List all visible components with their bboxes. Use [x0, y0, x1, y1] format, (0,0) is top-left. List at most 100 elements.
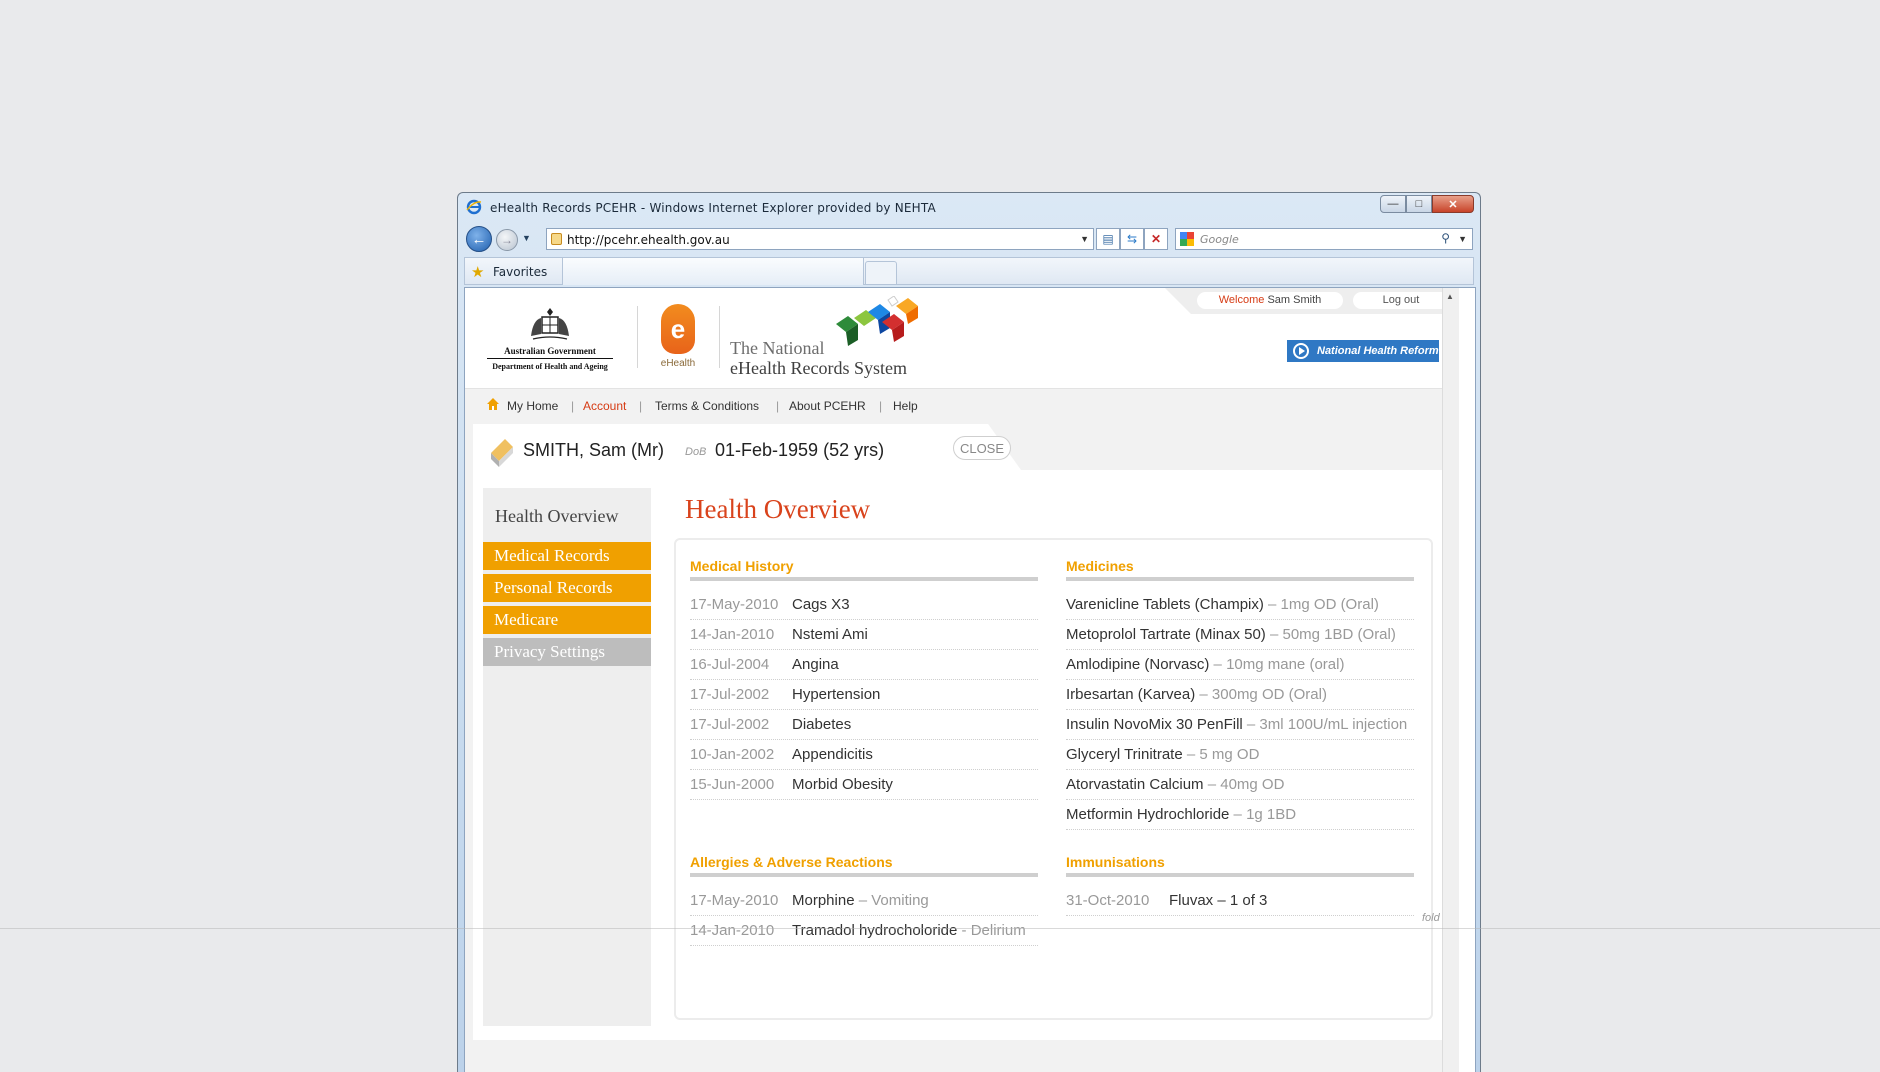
- ehealth-e-icon: e: [661, 304, 695, 354]
- favorites-star-icon[interactable]: ★: [471, 263, 484, 281]
- department-name: Department of Health and Ageing: [492, 362, 608, 371]
- fold-label: fold: [1422, 912, 1440, 924]
- list-item: Atorvastatin Calcium – 40mg OD: [1066, 770, 1414, 800]
- allergy-substance: Morphine: [792, 892, 855, 909]
- allergy-date: 14-Jan-2010: [690, 922, 775, 939]
- maximize-button[interactable]: □: [1406, 195, 1432, 213]
- allergies-heading: Allergies & Adverse Reactions: [690, 854, 893, 870]
- search-box[interactable]: Google ⚲ ▼: [1175, 228, 1473, 250]
- sidebar-title[interactable]: Health Overview: [495, 506, 618, 527]
- list-item: 17-Jul-2002 Diabetes: [690, 710, 1038, 740]
- search-icon[interactable]: ⚲: [1441, 231, 1450, 245]
- close-patient-button[interactable]: CLOSE: [953, 436, 1011, 460]
- scroll-up-icon[interactable]: ▲: [1446, 292, 1454, 301]
- medicine-name: Metoprolol Tartrate (Minax 50): [1066, 626, 1266, 643]
- section-divider: [690, 873, 1038, 877]
- minimize-button[interactable]: —: [1380, 195, 1406, 213]
- list-item: 17-May-2010 Morphine – Vomiting: [690, 886, 1038, 916]
- close-window-button[interactable]: ✕: [1432, 195, 1474, 213]
- address-tools: ▤ ⇆ ✕: [1096, 228, 1168, 250]
- search-dropdown-icon[interactable]: ▼: [1458, 234, 1467, 244]
- medicine-name: Amlodipine (Norvasc): [1066, 656, 1210, 673]
- stop-icon[interactable]: ✕: [1144, 228, 1168, 250]
- address-input[interactable]: http://pcehr.ehealth.gov.au: [567, 233, 730, 247]
- medicine-name: Irbesartan (Karvea): [1066, 686, 1196, 703]
- history-date: 14-Jan-2010: [690, 626, 775, 643]
- list-item: 14-Jan-2010 Tramadol hydrocholoride - Del…: [690, 916, 1038, 946]
- ehealth-logo[interactable]: e eHealth: [655, 304, 701, 374]
- list-item: Metoprolol Tartrate (Minax 50) – 50mg 1B…: [1066, 620, 1414, 650]
- site-nav: My Home | Account | Terms & Conditions |…: [465, 389, 1459, 421]
- medicine-name: Atorvastatin Calcium: [1066, 776, 1204, 793]
- favorites-button[interactable]: Favorites: [493, 265, 547, 279]
- list-item: 10-Jan-2002 Appendicitis: [690, 740, 1038, 770]
- nav-account[interactable]: Account: [583, 399, 626, 413]
- history-condition: Appendicitis: [792, 746, 873, 763]
- history-dropdown-icon[interactable]: ▼: [522, 233, 531, 243]
- medicine-dosage: – 5 mg OD: [1182, 746, 1260, 763]
- page-title: Health Overview: [685, 494, 871, 524]
- site-header: Australian Government Department of Heal…: [465, 288, 1459, 389]
- nav-help[interactable]: Help: [893, 399, 918, 413]
- page-viewport: Australian Government Department of Heal…: [464, 287, 1476, 1072]
- list-item: 17-May-2010 Cags X3: [690, 590, 1038, 620]
- ehealth-label: eHealth: [660, 358, 696, 369]
- welcome-user: Sam Smith: [1267, 294, 1322, 306]
- home-icon[interactable]: [487, 398, 499, 410]
- immunisations-heading: Immunisations: [1066, 854, 1165, 870]
- list-item: Insulin NovoMix 30 PenFill – 3ml 100U/mL…: [1066, 710, 1414, 740]
- vertical-scrollbar[interactable]: ▲: [1442, 288, 1459, 1072]
- forward-button[interactable]: →: [496, 229, 518, 251]
- address-bar[interactable]: http://pcehr.ehealth.gov.au ▼: [546, 228, 1094, 250]
- list-item: 15-Jun-2000 Morbid Obesity: [690, 770, 1038, 800]
- sidebar-item-medicare[interactable]: Medicare: [483, 606, 651, 634]
- patient-name: SMITH, Sam (Mr): [523, 440, 664, 460]
- medicine-entry: Irbesartan (Karvea) – 300mg OD (Oral): [1066, 686, 1327, 703]
- list-item: Glyceryl Trinitrate – 5 mg OD: [1066, 740, 1414, 770]
- list-item: 16-Jul-2004 Angina: [690, 650, 1038, 680]
- medicine-dosage: – 1g 1BD: [1229, 806, 1297, 823]
- window-controls: — □ ✕: [1380, 195, 1474, 213]
- address-dropdown-icon[interactable]: ▼: [1080, 234, 1089, 244]
- medicine-entry: Amlodipine (Norvasc) – 10mg mane (oral): [1066, 656, 1344, 673]
- govt-name: Australian Government: [487, 346, 613, 359]
- australian-government-logo[interactable]: Australian Government Department of Heal…: [487, 306, 613, 372]
- medicines-heading: Medicines: [1066, 558, 1134, 574]
- national-ehealth-logo[interactable]: The National eHealth Records System: [730, 296, 930, 380]
- compatibility-view-icon[interactable]: ▤: [1096, 228, 1120, 250]
- allergy-entry: Tramadol hydrocholoride - Delirium: [792, 922, 1026, 939]
- nav-about[interactable]: About PCEHR: [789, 399, 866, 413]
- medical-history-heading: Medical History: [690, 558, 794, 574]
- google-icon: [1180, 232, 1194, 246]
- medicine-dosage: – 1mg OD (Oral): [1263, 596, 1379, 613]
- allergy-entry: Morphine – Vomiting: [792, 892, 929, 909]
- welcome-label: Welcome: [1218, 294, 1265, 306]
- browser-nav-bar: ← → ▼ http://pcehr.ehealth.gov.au ▼ ▤ ⇆ …: [458, 225, 1480, 253]
- list-item: 17-Jul-2002 Hypertension: [690, 680, 1038, 710]
- fold-line: [0, 928, 1880, 929]
- sidebar-item-medical-records[interactable]: Medical Records: [483, 542, 651, 570]
- title-bar: eHealth Records PCEHR - Windows Internet…: [458, 193, 1480, 223]
- logout-button[interactable]: Log out: [1353, 292, 1449, 309]
- history-date: 17-May-2010: [690, 596, 779, 613]
- sidebar-item-personal-records[interactable]: Personal Records: [483, 574, 651, 602]
- medicine-dosage: – 50mg 1BD (Oral): [1265, 626, 1396, 643]
- browser-tab[interactable]: [562, 258, 864, 285]
- browser-window: eHealth Records PCEHR - Windows Internet…: [457, 192, 1481, 1072]
- nav-terms[interactable]: Terms & Conditions: [655, 399, 759, 413]
- refresh-icon[interactable]: ⇆: [1120, 228, 1144, 250]
- nav-separator: |: [639, 399, 643, 413]
- nav-my-home[interactable]: My Home: [507, 399, 558, 413]
- search-input[interactable]: Google: [1200, 233, 1239, 246]
- reform-label: National Health Reform: [1317, 345, 1439, 357]
- section-divider: [1066, 873, 1414, 877]
- immunisation-name: Fluvax – 1 of 3: [1169, 892, 1268, 909]
- back-button[interactable]: ←: [466, 226, 492, 252]
- sidebar-item-privacy-settings[interactable]: Privacy Settings: [483, 638, 651, 666]
- history-condition: Morbid Obesity: [792, 776, 893, 793]
- list-item: Amlodipine (Norvasc) – 10mg mane (oral): [1066, 650, 1414, 680]
- nav-separator: |: [571, 399, 575, 413]
- window-title: eHealth Records PCEHR - Windows Internet…: [490, 201, 936, 215]
- national-health-reform-button[interactable]: National Health Reform: [1287, 340, 1439, 362]
- new-tab-button[interactable]: [865, 261, 897, 285]
